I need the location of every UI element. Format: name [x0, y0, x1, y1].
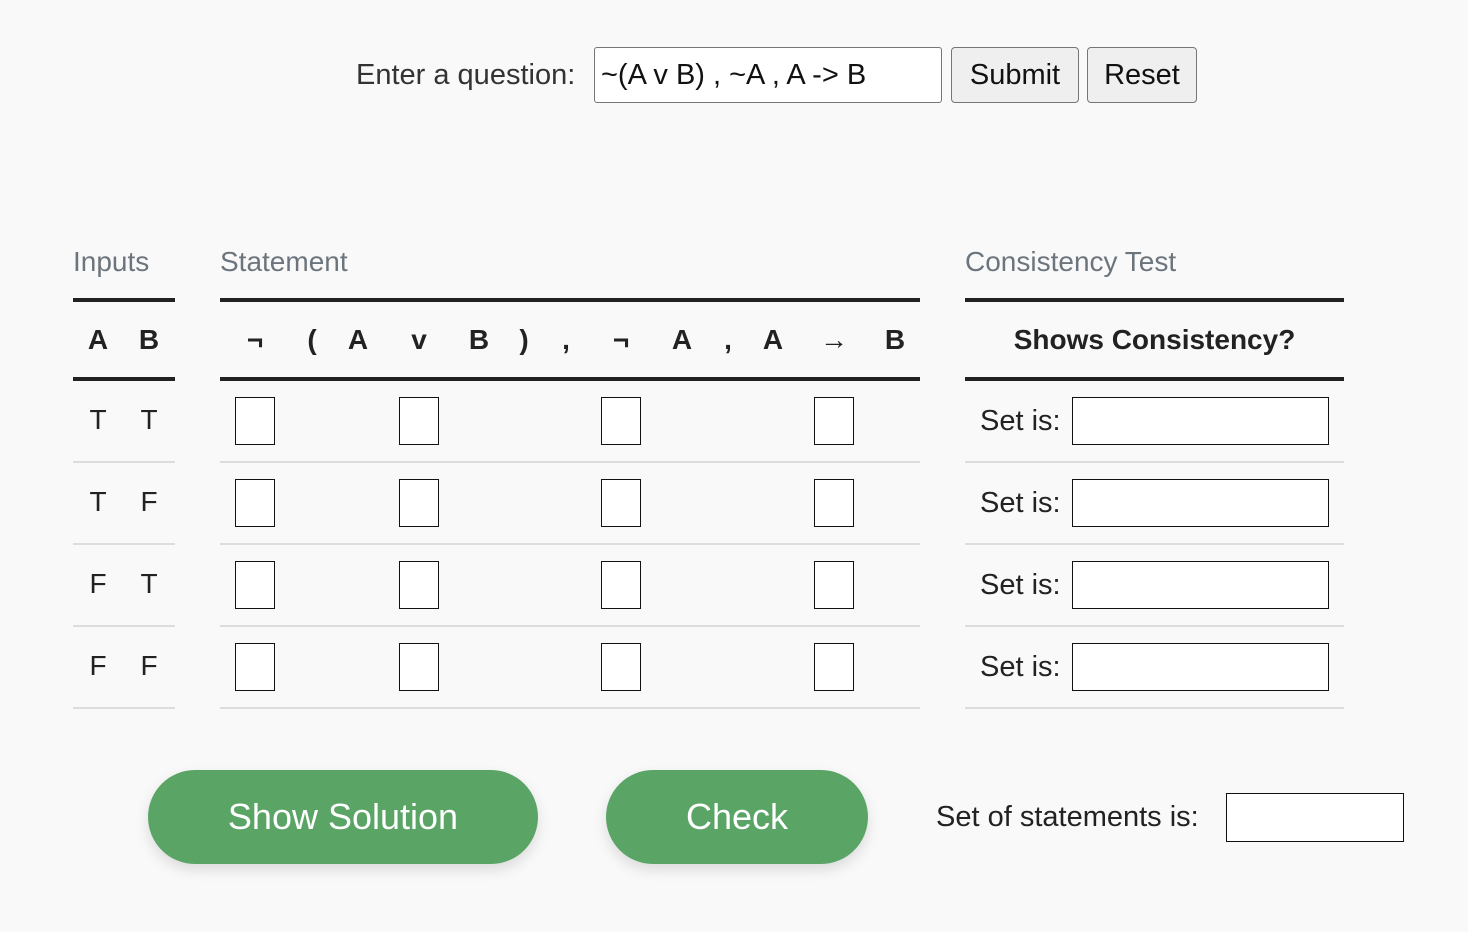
row-divider — [220, 707, 920, 709]
input-cell: F — [89, 650, 107, 681]
consistency-header: Shows Consistency? — [1013, 324, 1296, 355]
input-cell: T — [140, 404, 158, 435]
statement-top-rule — [220, 298, 920, 302]
consistency-top-rule — [965, 298, 1344, 302]
row-divider — [73, 625, 175, 627]
row-divider — [73, 543, 175, 545]
answer-box[interactable] — [601, 561, 641, 609]
statement-token: B — [468, 324, 490, 355]
input-header-a: A — [87, 324, 109, 355]
answer-box[interactable] — [399, 397, 439, 445]
statement-token: v — [411, 324, 427, 355]
set-of-statements-label: Set of statements is: — [936, 801, 1199, 833]
answer-box[interactable] — [814, 561, 854, 609]
statement-token: ( — [307, 324, 317, 355]
statement-token: , — [562, 324, 570, 355]
set-is-label: Set is: — [980, 651, 1061, 683]
set-is-label: Set is: — [980, 569, 1061, 601]
question-input[interactable] — [594, 47, 942, 103]
set-is-label: Set is: — [980, 487, 1061, 519]
consistency-header-rule — [965, 377, 1344, 381]
row-divider — [965, 625, 1344, 627]
statement-token: A — [347, 324, 369, 355]
answer-box[interactable] — [814, 643, 854, 691]
row-divider — [965, 461, 1344, 463]
set-is-label: Set is: — [980, 405, 1061, 437]
input-cell: T — [89, 404, 107, 435]
answer-box[interactable] — [235, 479, 275, 527]
statement-token: ¬ — [246, 324, 264, 355]
inputs-header-rule — [73, 377, 175, 381]
row-divider — [965, 543, 1344, 545]
statement-token: A — [671, 324, 693, 355]
set-is-input[interactable] — [1072, 643, 1329, 691]
answer-box[interactable] — [235, 397, 275, 445]
statement-token: ) — [519, 324, 529, 355]
input-header-b: B — [138, 324, 160, 355]
answer-box[interactable] — [235, 643, 275, 691]
answer-box[interactable] — [814, 397, 854, 445]
answer-box[interactable] — [399, 561, 439, 609]
statement-token: → — [820, 324, 848, 355]
reset-button[interactable]: Reset — [1087, 47, 1197, 103]
statement-token: B — [884, 324, 906, 355]
answer-box[interactable] — [601, 479, 641, 527]
show-solution-button[interactable]: Show Solution — [148, 770, 538, 864]
set-of-statements-input[interactable] — [1226, 793, 1404, 842]
row-divider — [220, 543, 920, 545]
input-cell: F — [140, 486, 158, 517]
row-divider — [220, 625, 920, 627]
answer-box[interactable] — [601, 643, 641, 691]
answer-box[interactable] — [399, 643, 439, 691]
row-divider — [73, 461, 175, 463]
input-cell: F — [89, 568, 107, 599]
inputs-top-rule — [73, 298, 175, 302]
check-button[interactable]: Check — [606, 770, 868, 864]
statement-header-rule — [220, 377, 920, 381]
set-is-input[interactable] — [1072, 479, 1329, 527]
answer-box[interactable] — [399, 479, 439, 527]
statement-title: Statement — [220, 246, 348, 277]
statement-token: , — [724, 324, 732, 355]
question-label: Enter a question: — [356, 59, 576, 91]
inputs-title: Inputs — [73, 246, 150, 277]
statement-token: ¬ — [612, 324, 630, 355]
row-divider — [73, 707, 175, 709]
input-cell: T — [140, 568, 158, 599]
answer-box[interactable] — [235, 561, 275, 609]
set-is-input[interactable] — [1072, 397, 1329, 445]
row-divider — [220, 461, 920, 463]
set-is-input[interactable] — [1072, 561, 1329, 609]
submit-button[interactable]: Submit — [951, 47, 1079, 103]
input-cell: T — [89, 486, 107, 517]
input-cell: F — [140, 650, 158, 681]
consistency-title: Consistency Test — [965, 246, 1177, 277]
row-divider — [965, 707, 1344, 709]
question-bar: Enter a question: Submit Reset — [0, 47, 1468, 103]
statement-token: A — [762, 324, 784, 355]
answer-box[interactable] — [814, 479, 854, 527]
answer-box[interactable] — [601, 397, 641, 445]
